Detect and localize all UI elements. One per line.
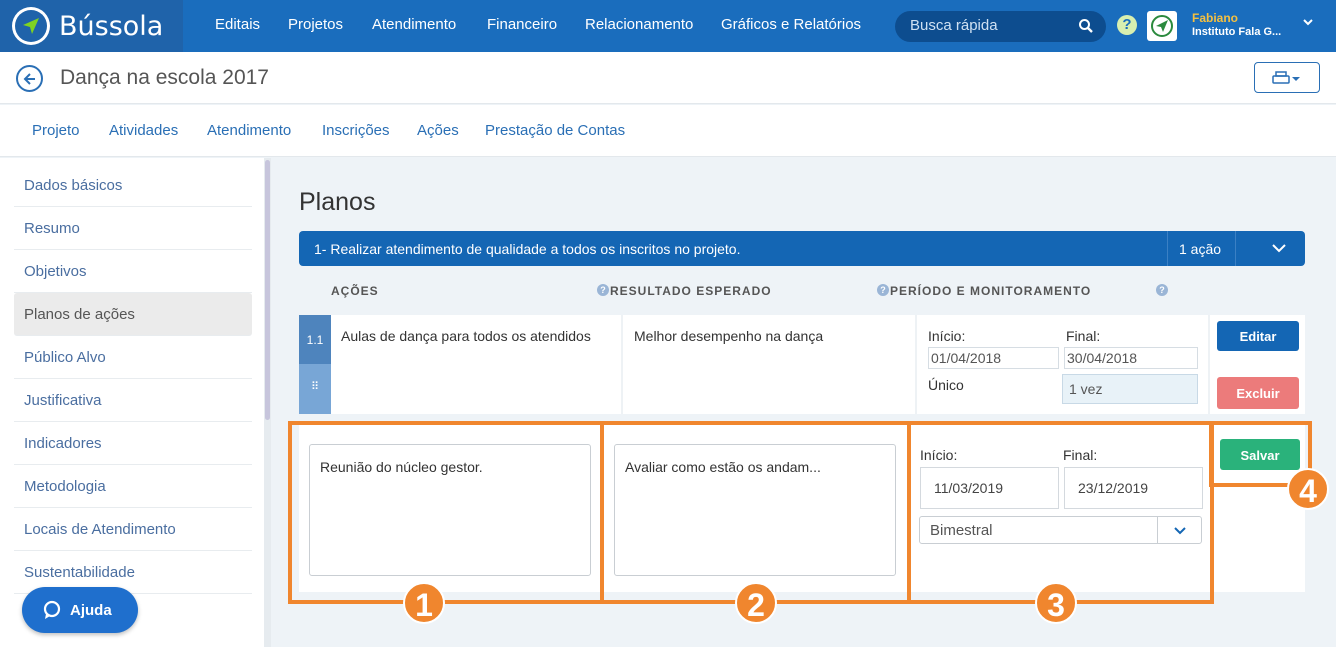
app-name: Bússola <box>59 10 164 42</box>
callout-box-period <box>907 421 1214 604</box>
help-chat-label: Ajuda <box>70 601 112 619</box>
start-label: Início: <box>928 328 966 344</box>
action-number: 1.1 <box>299 315 331 364</box>
sidebar-item-indicadores[interactable]: Indicadores <box>14 422 252 465</box>
sidebar-item-objetivos[interactable]: Objetivos <box>14 250 252 293</box>
user-name[interactable]: Fabiano <box>1192 11 1238 25</box>
divider <box>621 315 623 414</box>
nav-atendimento[interactable]: Atendimento <box>372 16 456 33</box>
section-title: Planos <box>299 188 376 216</box>
delete-button[interactable]: Excluir <box>1217 377 1299 409</box>
action-result: Melhor desempenho na dança <box>634 328 824 344</box>
action-description: Aulas de dança para todos os atendidos <box>341 328 591 344</box>
nav-editais[interactable]: Editais <box>215 16 260 33</box>
plan-title: 1- Realizar atendimento de qualidade a t… <box>314 241 741 257</box>
sidebar-item-publico-alvo[interactable]: Público Alvo <box>14 336 252 379</box>
callout-box-result <box>600 421 911 604</box>
search-placeholder: Busca rápida <box>910 17 998 34</box>
tab-acoes[interactable]: Ações <box>417 122 459 139</box>
tab-prestacao-contas[interactable]: Prestação de Contas <box>485 122 625 139</box>
compass-logo-icon <box>12 7 50 45</box>
tab-projeto[interactable]: Projeto <box>32 122 80 139</box>
project-tabs: Projeto Atividades Atendimento Inscriçõe… <box>0 105 1336 157</box>
nav-relacionamento[interactable]: Relacionamento <box>585 16 693 33</box>
back-button[interactable] <box>16 65 43 92</box>
user-org[interactable]: Instituto Fala G... <box>1192 26 1281 38</box>
tab-inscricoes[interactable]: Inscrições <box>322 122 390 139</box>
top-navbar: Bússola Editais Projetos Atendimento Fin… <box>0 0 1336 52</box>
help-icon[interactable]: ? <box>597 284 609 296</box>
help-chat-button[interactable]: Ajuda <box>22 587 138 633</box>
divider <box>1235 231 1236 266</box>
search-input[interactable]: Busca rápida <box>895 11 1106 42</box>
sidebar-item-resumo[interactable]: Resumo <box>14 207 252 250</box>
frequency-label: Único <box>928 377 964 393</box>
sidebar-item-dados-basicos[interactable]: Dados básicos <box>14 164 252 207</box>
sidebar-item-justificativa[interactable]: Justificativa <box>14 379 252 422</box>
end-label: Final: <box>1066 328 1101 344</box>
divider <box>1167 231 1168 266</box>
divider <box>1208 315 1210 414</box>
nav-graficos-relatorios[interactable]: Gráficos e Relatórios <box>721 16 861 33</box>
help-icon[interactable]: ? <box>877 284 889 296</box>
column-header-periodo: PERÍODO E MONITORAMENTO <box>890 284 1092 298</box>
help-icon[interactable]: ? <box>1156 284 1168 296</box>
page-title: Dança na escola 2017 <box>60 66 269 89</box>
callout-badge-4: 4 <box>1287 468 1329 510</box>
action-row: 1.1 ⠿ Aulas de dança para todos os atend… <box>299 315 1305 414</box>
callout-box-description <box>288 421 604 604</box>
chevron-down-icon[interactable] <box>1271 242 1287 254</box>
sidebar-item-planos-acoes[interactable]: Planos de ações <box>14 293 252 336</box>
help-icon[interactable]: ? <box>1117 15 1137 35</box>
nav-projetos[interactable]: Projetos <box>288 16 343 33</box>
callout-badge-3: 3 <box>1035 582 1077 624</box>
arrow-left-icon <box>23 72 35 85</box>
org-logo-icon <box>1147 11 1177 41</box>
callout-badge-2: 2 <box>735 582 777 624</box>
nav-financeiro[interactable]: Financeiro <box>487 16 557 33</box>
search-icon[interactable] <box>1078 18 1094 34</box>
chevron-down-icon[interactable] <box>1302 16 1314 28</box>
print-button[interactable] <box>1254 62 1320 93</box>
plan-header[interactable]: 1- Realizar atendimento de qualidade a t… <box>299 231 1305 266</box>
callout-badge-1: 1 <box>403 582 445 624</box>
frequency-value: 1 vez <box>1062 374 1198 404</box>
chat-bubble-icon <box>43 600 61 619</box>
column-header-resultado: RESULTADO ESPERADO <box>610 284 772 298</box>
brand[interactable]: Bússola <box>0 0 183 52</box>
page-header: Dança na escola 2017 <box>0 52 1336 104</box>
sidebar-item-metodologia[interactable]: Metodologia <box>14 465 252 508</box>
tab-atendimento[interactable]: Atendimento <box>207 122 291 139</box>
sidebar-scrollbar[interactable] <box>265 160 270 420</box>
column-header-acoes: AÇÕES <box>331 284 379 298</box>
edit-button[interactable]: Editar <box>1217 321 1299 351</box>
printer-icon <box>1272 70 1300 84</box>
plan-action-count: 1 ação <box>1179 241 1222 257</box>
sidebar: Dados básicos Resumo Objetivos Planos de… <box>0 158 264 647</box>
drag-handle-icon[interactable]: ⠿ <box>299 364 331 414</box>
end-date-value: 30/04/2018 <box>1064 347 1198 369</box>
divider <box>915 315 917 414</box>
sidebar-item-locais-atendimento[interactable]: Locais de Atendimento <box>14 508 252 551</box>
start-date-value: 01/04/2018 <box>928 347 1059 369</box>
tab-atividades[interactable]: Atividades <box>109 122 178 139</box>
